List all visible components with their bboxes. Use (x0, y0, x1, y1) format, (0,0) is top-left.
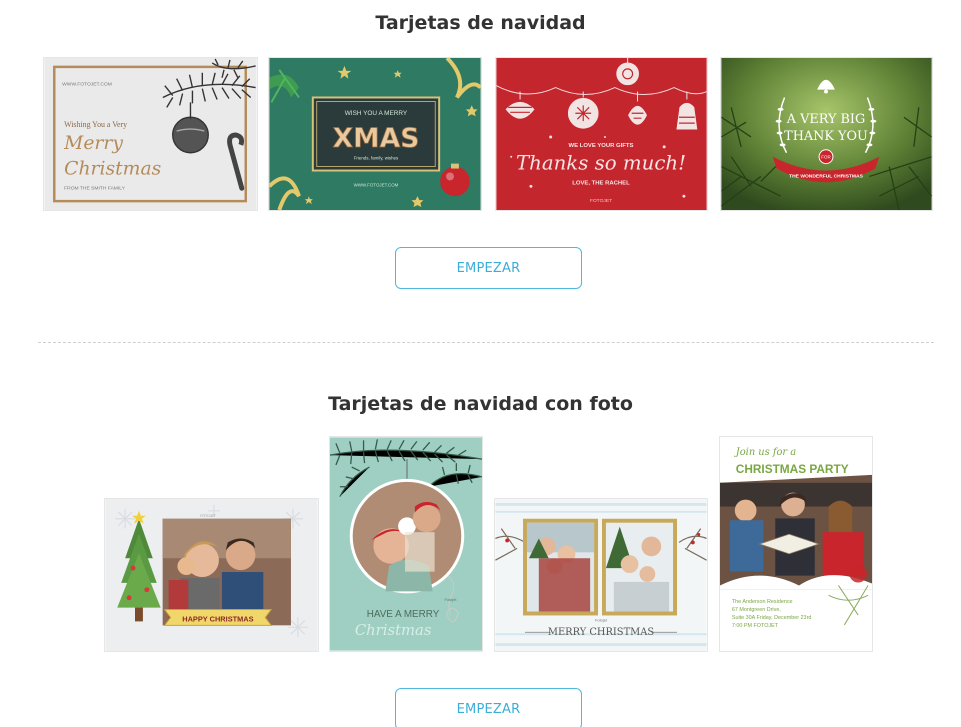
party-card-detail-3: Suite 30A Friday, December 23rd (732, 615, 812, 621)
party-card-detail-1: The Anderson Residence (732, 599, 793, 605)
thank-you-card-line3: FOR (821, 155, 830, 160)
start-button-christmas-cards[interactable]: EMPEZAR (395, 247, 582, 289)
thanks-card-art: WE LOVE YOUR GIFTS Thanks so much! LOVE,… (496, 58, 707, 210)
xmas-card-line1: WISH YOU A MERRY (345, 110, 408, 117)
ornament-card-line1: HAVE A MERRY (367, 609, 440, 620)
section-divider (38, 342, 934, 343)
collage-card-line1: MERRY CHRISTMAS (548, 627, 654, 638)
template-card-merry-christmas-collage[interactable]: Fotojet MERRY CHRISTMAS (494, 498, 708, 652)
merry-card-line2: Merry (63, 133, 123, 154)
xmas-card-art: WISH YOU A MERRY XMAS Friends, family, w… (269, 58, 481, 210)
merry-card-footer: FROM THE SMITH FAMILY (64, 185, 126, 191)
template-card-merry-christmas[interactable]: WWW.FOTOJET.COM Wishing You a Very Merry… (43, 57, 258, 211)
xmas-card-footer: WWW.FOTOJET.COM (354, 182, 399, 187)
xmas-card-line3: Friends, family, wishes (354, 156, 399, 161)
party-card-detail-4: 7:00 PM FOTOJET (732, 623, 779, 629)
ornament-card-brand: Fotojet (444, 597, 457, 602)
thank-you-card-footer: THE WONDERFUL CHRISTMAS (789, 173, 863, 179)
thanks-card-line2: Thanks so much! (516, 152, 686, 175)
merry-christmas-card-art: WWW.FOTOJET.COM Wishing You a Very Merry… (44, 58, 257, 210)
party-card-line1: Join us for a (734, 447, 797, 458)
happy-christmas-banner: HAPPY CHRISTMAS (182, 614, 253, 623)
template-card-happy-christmas-photo[interactable]: HAPPY CHRISTMAS FOTOJET (104, 498, 319, 652)
template-card-christmas-party[interactable]: Join us for a CHRISTMAS PARTY The Anders… (719, 436, 873, 652)
thank-you-card-art: A VERY BIG THANK YOU FOR THE WONDERFUL C… (721, 58, 932, 210)
ornament-card-art: Fotojet HAVE A MERRY Christmas (330, 437, 482, 651)
template-card-thank-you[interactable]: A VERY BIG THANK YOU FOR THE WONDERFUL C… (720, 57, 933, 211)
party-card-art: Join us for a CHRISTMAS PARTY The Anders… (720, 437, 872, 651)
happy-christmas-card-art: HAPPY CHRISTMAS FOTOJET (105, 499, 318, 651)
xmas-card-line2: XMAS (333, 123, 420, 154)
party-card-line2: CHRISTMAS PARTY (736, 462, 849, 476)
party-card-detail-2: 67 Montgreen Drive, (732, 607, 781, 613)
section-title-photo-christmas-cards: Tarjetas de navidad con foto (328, 393, 633, 415)
merry-card-brand: WWW.FOTOJET.COM (62, 82, 112, 88)
section-title-christmas-cards: Tarjetas de navidad (375, 12, 586, 34)
template-card-ornament-photo[interactable]: Fotojet HAVE A MERRY Christmas (329, 436, 483, 652)
thank-you-card-line1: A VERY BIG (786, 112, 866, 127)
merry-card-line1: Wishing You a Very (64, 120, 127, 129)
ornament-card-line2: Christmas (355, 622, 432, 639)
thanks-card-line1: WE LOVE YOUR GIFTS (569, 143, 634, 149)
template-card-xmas[interactable]: WISH YOU A MERRY XMAS Friends, family, w… (268, 57, 482, 211)
start-button-photo-christmas-cards[interactable]: EMPEZAR (395, 688, 582, 727)
happy-christmas-brand: FOTOJET (200, 514, 216, 518)
collage-card-brand: Fotojet (595, 617, 608, 622)
thanks-card-line3: LOVE, THE RACHEL (572, 180, 630, 186)
collage-card-art: Fotojet MERRY CHRISTMAS (495, 499, 707, 651)
template-card-thanks[interactable]: WE LOVE YOUR GIFTS Thanks so much! LOVE,… (495, 57, 708, 211)
merry-card-line3: Christmas (64, 158, 161, 179)
thanks-card-footer: FOTOJET (590, 198, 612, 204)
thank-you-card-line2: THANK YOU (784, 129, 868, 144)
